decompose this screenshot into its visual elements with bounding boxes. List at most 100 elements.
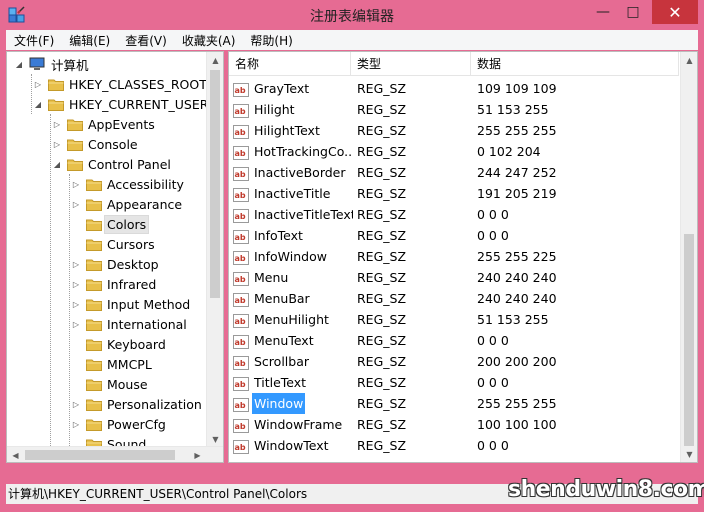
expanded-arrow-icon[interactable]: ◢ [32, 94, 44, 114]
tree-item[interactable]: ◢ 计算机 [13, 54, 91, 74]
menu-favorites[interactable]: 收藏夹(A) [174, 32, 243, 49]
svg-text:ab: ab [235, 380, 246, 389]
expanded-arrow-icon[interactable]: ◢ [51, 154, 63, 174]
list-vertical-scrollbar[interactable]: ▲ ▼ [680, 52, 697, 462]
collapsed-arrow-icon[interactable]: ▷ [70, 254, 82, 274]
menu-view[interactable]: 查看(V) [117, 32, 174, 49]
value-row[interactable]: ab HilightText REG_SZ 255 255 255 [229, 120, 679, 141]
string-value-icon: ab [233, 145, 249, 160]
tree-item[interactable]: ▷ International [70, 314, 189, 334]
expanded-arrow-icon[interactable]: ◢ [13, 54, 25, 74]
tree-scroll-thumb[interactable] [210, 70, 220, 298]
folder-icon [86, 238, 102, 251]
value-row[interactable]: ab MenuBar REG_SZ 240 240 240 [229, 288, 679, 309]
string-value-icon: ab [233, 166, 249, 181]
tree-item[interactable]: ▷ Appearance [70, 194, 184, 214]
tree-item[interactable]: ▷ Personalization [70, 394, 204, 414]
menu-edit[interactable]: 编辑(E) [61, 32, 117, 49]
tree-item[interactable]: ◢ Control Panel [51, 154, 173, 174]
folder-icon [86, 178, 102, 191]
value-row[interactable]: ab WindowFrame REG_SZ 100 100 100 [229, 414, 679, 435]
value-row[interactable]: ab InactiveTitleText REG_SZ 0 0 0 [229, 204, 679, 225]
column-header-name[interactable]: 名称 [229, 52, 351, 76]
tree-item[interactable]: Mouse [70, 374, 150, 394]
tree-item[interactable]: ▷ AppEvents [51, 114, 157, 134]
svg-text:ab: ab [235, 191, 246, 200]
value-row[interactable]: ab InfoWindow REG_SZ 255 255 225 [229, 246, 679, 267]
value-row[interactable]: ab WindowText REG_SZ 0 0 0 [229, 435, 679, 456]
string-value-icon: ab [233, 376, 249, 391]
menu-help[interactable]: 帮助(H) [242, 32, 299, 49]
string-value-icon: ab [233, 313, 249, 328]
scroll-up-icon[interactable]: ▲ [207, 52, 223, 68]
folder-icon [48, 78, 64, 91]
menu-file[interactable]: 文件(F) [6, 32, 61, 49]
collapsed-arrow-icon[interactable]: ▷ [51, 134, 63, 154]
column-header-data[interactable]: 数据 [471, 52, 679, 76]
scroll-left-icon[interactable]: ◀ [7, 447, 24, 462]
tree-item-label: Desktop [107, 256, 159, 272]
title-bar[interactable]: 注册表编辑器 — □ ✕ [0, 0, 704, 30]
value-row[interactable]: ab InfoText REG_SZ 0 0 0 [229, 225, 679, 246]
tree-item[interactable]: ◢ HKEY_CURRENT_USER [32, 94, 210, 114]
value-row[interactable]: ab TitleText REG_SZ 0 0 0 [229, 372, 679, 393]
tree-item[interactable]: ▷ PowerCfg [70, 414, 168, 434]
tree-item[interactable]: MMCPL [70, 354, 154, 374]
tree-item[interactable]: Keyboard [70, 334, 168, 354]
collapsed-arrow-icon[interactable]: ▷ [70, 174, 82, 194]
maximize-button[interactable]: □ [618, 0, 648, 24]
collapsed-arrow-icon[interactable]: ▷ [32, 74, 44, 94]
value-row[interactable]: ab Hilight REG_SZ 51 153 255 [229, 99, 679, 120]
value-data: 0 0 0 [477, 228, 509, 243]
value-row[interactable]: ab GrayText REG_SZ 109 109 109 [229, 78, 679, 99]
tree-item[interactable]: ▷ Console [51, 134, 140, 154]
collapsed-arrow-icon[interactable]: ▷ [70, 274, 82, 294]
minimize-button[interactable]: — [588, 0, 618, 24]
values-list-pane[interactable]: 名称 类型 数据 ab GrayText REG_SZ 109 109 109 ab Hi… [228, 51, 698, 463]
value-row[interactable]: ab Window REG_SZ 255 255 255 [229, 393, 679, 414]
collapsed-arrow-icon[interactable]: ▷ [70, 414, 82, 434]
tree-item[interactable]: ▷ HKEY_CLASSES_ROOT [32, 74, 209, 94]
tree-item[interactable]: ▷ Accessibility [70, 174, 186, 194]
value-row[interactable]: ab HotTrackingCo... REG_SZ 0 102 204 [229, 141, 679, 162]
value-name-cell: ab InfoText [233, 225, 353, 246]
value-row[interactable]: ab MenuHilight REG_SZ 51 153 255 [229, 309, 679, 330]
string-value-icon: ab [233, 82, 249, 97]
tree-item[interactable]: ▷ Input Method [70, 294, 192, 314]
tree-vertical-scrollbar[interactable]: ▲ ▼ [206, 52, 223, 447]
list-scroll-thumb[interactable] [684, 234, 694, 446]
tree-item[interactable]: Cursors [70, 234, 157, 254]
value-row[interactable]: ab Scrollbar REG_SZ 200 200 200 [229, 351, 679, 372]
list-header: 名称 类型 数据 [229, 52, 679, 76]
tree-item[interactable]: ▷ Desktop [70, 254, 161, 274]
collapsed-arrow-icon[interactable]: ▷ [70, 194, 82, 214]
scroll-right-icon[interactable]: ▶ [189, 447, 206, 462]
value-row[interactable]: ab Menu REG_SZ 240 240 240 [229, 267, 679, 288]
column-header-type[interactable]: 类型 [351, 52, 471, 76]
collapsed-arrow-icon[interactable]: ▷ [70, 394, 82, 414]
value-name-cell: ab HotTrackingCo... [233, 141, 353, 162]
close-button[interactable]: ✕ [652, 0, 698, 24]
string-value-icon: ab [233, 208, 249, 223]
tree-item[interactable]: Colors [70, 214, 150, 234]
value-name: WindowFrame [254, 417, 343, 432]
value-name: InactiveTitleText [254, 207, 353, 222]
scroll-up-icon[interactable]: ▲ [681, 52, 697, 68]
collapsed-arrow-icon[interactable]: ▷ [51, 114, 63, 134]
key-tree-pane[interactable]: ◢ 计算机 ▷ HKEY_CLASSES_ROOT ◢ HKEY_CURRENT_USER… [6, 51, 224, 463]
value-row[interactable]: ab InactiveBorder REG_SZ 244 247 252 [229, 162, 679, 183]
tree-item[interactable]: ▷ Infrared [70, 274, 158, 294]
value-row[interactable]: ab InactiveTitle REG_SZ 191 205 219 [229, 183, 679, 204]
collapsed-arrow-icon[interactable]: ▷ [70, 294, 82, 314]
tree-horizontal-scrollbar[interactable]: ◀ ▶ [7, 446, 223, 462]
value-row[interactable]: ab MenuText REG_SZ 0 0 0 [229, 330, 679, 351]
folder-icon [67, 158, 83, 171]
scroll-down-icon[interactable]: ▼ [207, 431, 223, 447]
string-value-icon: ab [233, 355, 249, 370]
scroll-down-icon[interactable]: ▼ [681, 446, 697, 462]
collapsed-arrow-icon[interactable]: ▷ [70, 314, 82, 334]
tree-hscroll-thumb[interactable] [25, 450, 175, 460]
menu-bar: 文件(F) 编辑(E) 查看(V) 收藏夹(A) 帮助(H) [6, 30, 698, 50]
string-value-icon: ab [233, 439, 249, 454]
